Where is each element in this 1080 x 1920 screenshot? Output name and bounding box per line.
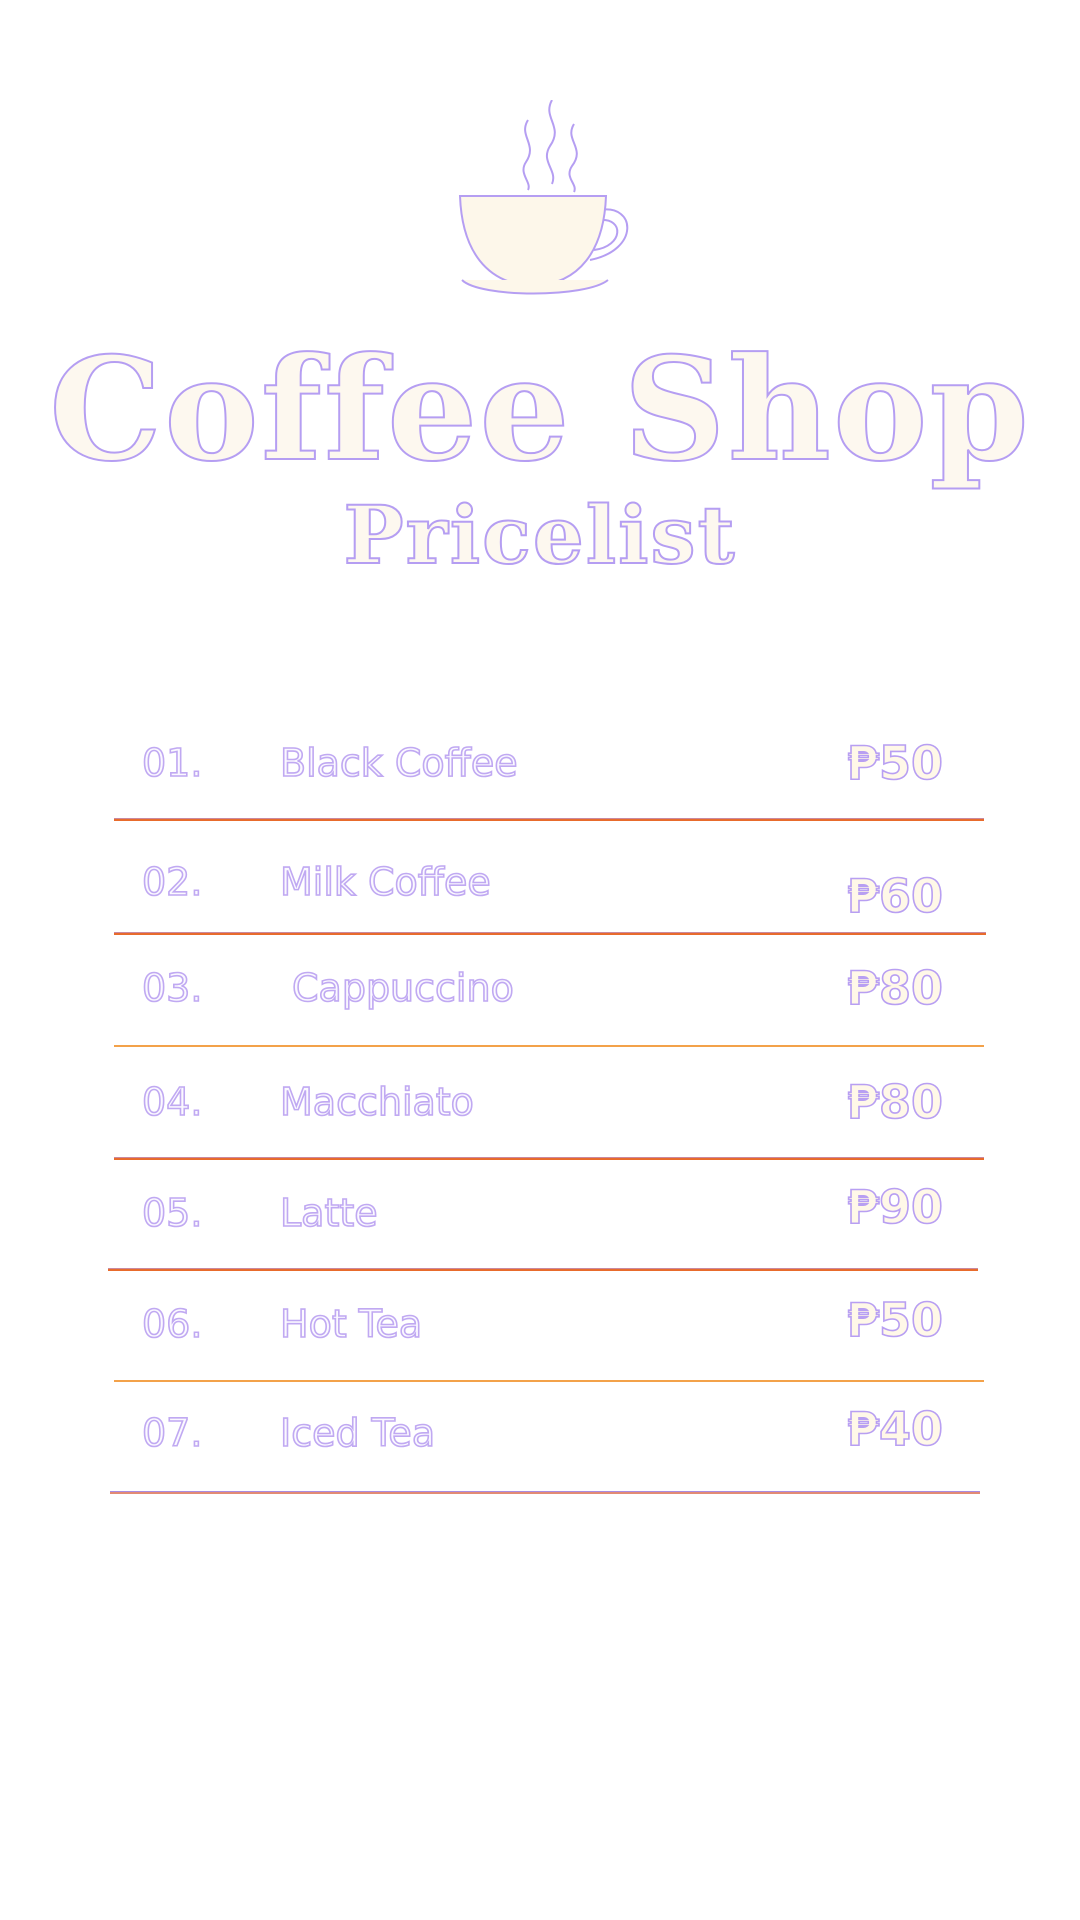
item-price: ₱40	[846, 1401, 944, 1457]
item-name: Hot Tea	[279, 1301, 423, 1347]
item-number: 05.	[141, 1190, 203, 1236]
item-name: Milk Coffee	[279, 859, 491, 905]
item-price: ₱60	[846, 868, 944, 924]
row-divider	[110, 1491, 980, 1494]
row-divider	[114, 1045, 984, 1047]
item-name: Latte	[279, 1190, 378, 1236]
item-price: ₱90	[846, 1179, 944, 1235]
list-item: 02. Milk Coffee ₱60	[0, 852, 1080, 924]
item-name: Iced Tea	[279, 1410, 436, 1456]
item-price: ₱80	[846, 1074, 944, 1130]
list-item: 05. Latte ₱90	[0, 1179, 1080, 1243]
item-price: ₱50	[846, 1292, 944, 1348]
item-price: ₱80	[846, 960, 944, 1016]
item-number: 01.	[141, 740, 203, 786]
row-divider	[114, 1157, 984, 1160]
item-number: 03.	[141, 965, 203, 1011]
item-name: Cappuccino	[291, 965, 514, 1011]
item-number: 02.	[141, 859, 203, 905]
item-price: ₱50	[846, 735, 944, 791]
pricelist-page: Coffee Shop Pricelist 01. Black Coffee ₱…	[0, 0, 1080, 1920]
item-number: 04.	[141, 1079, 203, 1125]
price-list: 01. Black Coffee ₱50 02. Milk Coffee ₱60…	[0, 0, 1080, 1920]
list-item: 06. Hot Tea ₱50	[0, 1292, 1080, 1354]
list-item: 07. Iced Tea ₱40	[0, 1401, 1080, 1463]
row-divider	[114, 932, 986, 935]
list-item: 01. Black Coffee ₱50	[0, 733, 1080, 793]
row-divider	[114, 1380, 984, 1382]
item-number: 07.	[141, 1410, 203, 1456]
row-divider	[114, 818, 984, 821]
item-name: Black Coffee	[279, 740, 518, 786]
item-name: Macchiato	[279, 1079, 475, 1125]
row-divider	[108, 1268, 978, 1271]
list-item: 03. Cappuccino ₱80	[0, 958, 1080, 1018]
item-number: 06.	[141, 1301, 203, 1347]
list-item: 04. Macchiato ₱80	[0, 1072, 1080, 1132]
